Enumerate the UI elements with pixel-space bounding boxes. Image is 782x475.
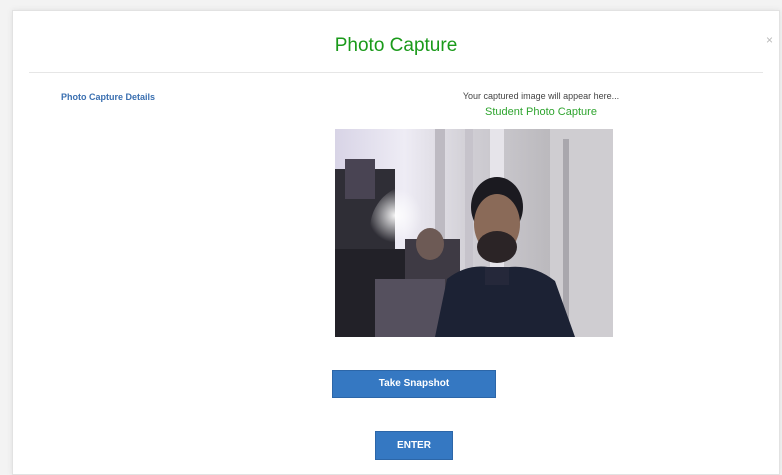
take-snapshot-button[interactable]: Take Snapshot xyxy=(332,370,496,398)
webcam-preview xyxy=(335,129,613,337)
photo-capture-modal: Photo Capture × Photo Capture Details Yo… xyxy=(12,10,780,475)
capture-hint-text: Your captured image will appear here... xyxy=(462,91,620,101)
title-divider xyxy=(29,72,763,73)
modal-title: Photo Capture xyxy=(334,35,458,56)
close-icon[interactable]: × xyxy=(766,33,773,47)
enter-button[interactable]: ENTER xyxy=(375,431,453,460)
photo-capture-details-link[interactable]: Photo Capture Details xyxy=(61,92,155,102)
webcam-feed-image xyxy=(335,129,613,337)
student-photo-capture-heading: Student Photo Capture xyxy=(485,106,597,118)
